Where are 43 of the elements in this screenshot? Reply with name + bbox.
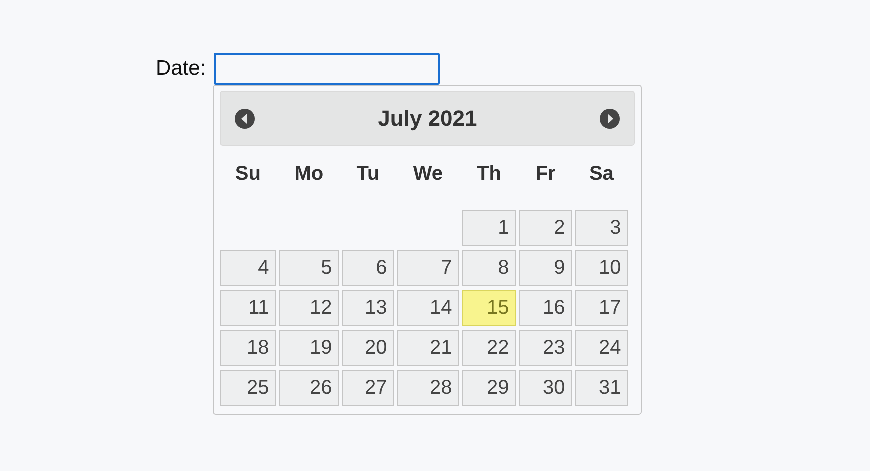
day-cell[interactable]: 31 bbox=[575, 370, 628, 406]
day-cell[interactable]: 4 bbox=[220, 250, 276, 286]
day-cell[interactable]: 16 bbox=[519, 290, 572, 326]
weekday-label: Su bbox=[234, 162, 262, 187]
month-title: July 2021 bbox=[378, 106, 478, 132]
day-cell[interactable]: 14 bbox=[397, 290, 460, 326]
weekday-label: Sa bbox=[588, 162, 615, 187]
day-cell[interactable]: 19 bbox=[279, 330, 340, 366]
day-cell[interactable]: 6 bbox=[342, 250, 394, 286]
day-cell[interactable]: 21 bbox=[397, 330, 460, 366]
day-cell[interactable]: 7 bbox=[397, 250, 460, 286]
weekday-label: Fr bbox=[534, 162, 557, 187]
day-cell[interactable]: 15 bbox=[462, 290, 516, 326]
day-cell[interactable]: 12 bbox=[279, 290, 340, 326]
day-cell[interactable]: 26 bbox=[279, 370, 340, 406]
day-cell[interactable]: 29 bbox=[462, 370, 516, 406]
day-cell[interactable]: 23 bbox=[519, 330, 572, 366]
weekday-label: Th bbox=[476, 162, 502, 187]
day-cell[interactable]: 9 bbox=[519, 250, 572, 286]
day-cell[interactable]: 1 bbox=[462, 210, 516, 246]
date-field[interactable] bbox=[214, 53, 440, 85]
day-cell[interactable]: 5 bbox=[279, 250, 340, 286]
field-label: Date: bbox=[156, 56, 206, 82]
day-cell[interactable]: 13 bbox=[342, 290, 394, 326]
next-month-icon[interactable] bbox=[600, 108, 620, 128]
day-cell[interactable]: 17 bbox=[575, 290, 628, 326]
weekday-label: Mo bbox=[294, 162, 325, 187]
day-cell[interactable]: 18 bbox=[220, 330, 276, 366]
weekday-label: We bbox=[412, 162, 444, 187]
day-cell[interactable]: 2 bbox=[519, 210, 572, 246]
day-cell[interactable]: 24 bbox=[575, 330, 628, 366]
day-cell[interactable]: 30 bbox=[519, 370, 572, 406]
day-cell[interactable]: 22 bbox=[462, 330, 516, 366]
day-cell[interactable]: 8 bbox=[462, 250, 516, 286]
day-cell[interactable]: 3 bbox=[575, 210, 628, 246]
day-cell[interactable]: 25 bbox=[220, 370, 276, 406]
day-cell[interactable]: 28 bbox=[397, 370, 460, 406]
day-cell[interactable]: 27 bbox=[342, 370, 394, 406]
weekday-label: Tu bbox=[356, 162, 381, 187]
day-cell[interactable]: 10 bbox=[575, 250, 628, 286]
previous-month-icon[interactable] bbox=[235, 108, 256, 128]
day-cell[interactable]: 11 bbox=[220, 290, 276, 326]
day-cell[interactable]: 20 bbox=[342, 330, 394, 366]
